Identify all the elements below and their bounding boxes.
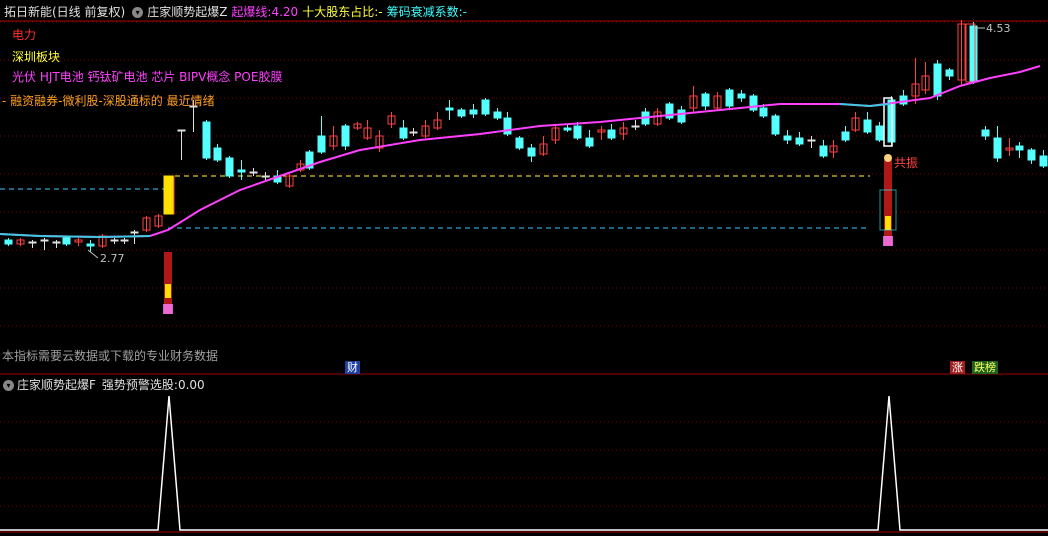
candle-body — [933, 63, 942, 97]
signal-bar-core — [165, 284, 171, 298]
burst-label: 起爆线: — [231, 5, 272, 19]
candle-body — [202, 121, 211, 159]
moving-average-segment — [0, 233, 151, 239]
main-indicator-name[interactable]: 庄家顺势起爆Z — [147, 5, 227, 19]
rise-badge[interactable]: 涨 — [950, 361, 965, 374]
candle-body — [585, 137, 594, 147]
candle-body — [457, 109, 466, 117]
candle-body — [225, 157, 234, 177]
holder-value: - — [378, 5, 383, 19]
candle-body — [819, 145, 828, 157]
candle-body — [771, 115, 780, 135]
candle-body — [445, 107, 454, 111]
candle-body — [249, 171, 258, 174]
chip-label: 筹码衰减系数: — [386, 5, 463, 19]
candle-body — [1015, 145, 1024, 151]
candle-body — [969, 25, 978, 83]
candle-body — [631, 125, 640, 128]
candle-body — [945, 69, 954, 77]
chip-value: - — [462, 5, 467, 19]
candle-body — [399, 127, 408, 139]
candle-body — [981, 129, 990, 137]
candle-body — [28, 241, 37, 244]
candle-body — [527, 147, 536, 157]
list-badge[interactable]: 跌榜 — [972, 361, 998, 374]
candle-body — [62, 237, 71, 245]
chevron-down-icon[interactable]: ▾ — [132, 7, 144, 18]
candle-body — [737, 93, 746, 99]
candle-body — [807, 139, 816, 142]
candle-body — [493, 111, 502, 119]
sub-panel-header: ▾ 庄家顺势起爆F 强势预警选股:0.00 — [0, 377, 205, 393]
candle-body — [875, 125, 884, 141]
hand-pointer-icon — [884, 154, 892, 162]
candle-body — [749, 95, 758, 111]
candle-body — [725, 89, 734, 107]
candle-body — [993, 137, 1002, 159]
candle-body — [841, 131, 850, 141]
resonance-label: 共振 — [894, 156, 919, 170]
candle-body — [783, 135, 792, 141]
burst-candle — [163, 175, 174, 215]
candle-body — [759, 107, 768, 117]
signal-bar-core — [885, 216, 891, 230]
signal-bar-base — [883, 236, 893, 246]
candle-body — [573, 125, 582, 139]
candle-body — [317, 135, 326, 153]
candle-body — [261, 175, 270, 178]
candle-body — [341, 125, 350, 147]
candle-body — [469, 109, 478, 115]
candle-body — [607, 129, 616, 139]
candle-body — [1027, 149, 1036, 161]
board-tag: 深圳板块 — [12, 50, 61, 64]
candle-body — [40, 239, 49, 242]
candle-body — [409, 131, 418, 134]
candle-body — [120, 239, 129, 242]
holder-label: 十大股东占比: — [302, 5, 379, 19]
signal-bar-base — [163, 304, 173, 314]
low-pointer — [87, 249, 99, 259]
candle-body — [1039, 155, 1048, 167]
signal-bar — [884, 160, 892, 246]
signal-line — [0, 395, 1048, 531]
chevron-down-icon[interactable]: ▾ — [3, 380, 14, 391]
concept-tags: 光伏 HJT电池 钙钛矿电池 芯片 BIPV概念 POE胶膜 — [12, 70, 283, 84]
candle-body — [52, 241, 61, 244]
warn-label: 强势预警选股: — [101, 378, 178, 392]
high-price-label: 4.53 — [986, 22, 1011, 35]
candle-body — [701, 93, 710, 107]
candle-body — [481, 99, 490, 115]
candle-body — [677, 109, 686, 123]
candle-body — [4, 239, 13, 245]
moving-average-segment — [839, 103, 891, 108]
candle-body — [237, 169, 246, 173]
candle-body — [130, 231, 139, 234]
main-panel-header: 拓日新能(日线 前复权) ▾ 庄家顺势起爆Z 起爆线:4.20 十大股东占比:- 筹码衰减… — [0, 3, 471, 21]
finance-badge[interactable]: 财 — [345, 361, 360, 374]
sub-indicator-name[interactable]: 庄家顺势起爆F — [17, 378, 96, 392]
misc-tags: - 融资融券-微利股-深股通标的 最近情绪 — [2, 94, 215, 108]
stock-chart-window: { "main_header": { "stock": "拓日新能(日线 前复权… — [0, 0, 1048, 536]
candle-body — [213, 147, 222, 161]
stock-title[interactable]: 拓日新能(日线 前复权) — [4, 5, 125, 19]
industry-tag: 电力 — [12, 28, 37, 42]
candle-body — [795, 137, 804, 145]
warn-value: 0.00 — [177, 378, 205, 392]
candle-body — [86, 243, 95, 247]
burst-value: 4.20 — [271, 5, 299, 19]
candle-body — [563, 127, 572, 131]
candle-body — [863, 119, 872, 133]
candle-body — [515, 137, 524, 149]
candle-body — [177, 129, 186, 132]
candle-body — [110, 239, 119, 242]
data-notice: 本指标需要云数据或下载的专业财务数据 — [2, 349, 219, 363]
low-price-label: 2.77 — [100, 252, 125, 265]
